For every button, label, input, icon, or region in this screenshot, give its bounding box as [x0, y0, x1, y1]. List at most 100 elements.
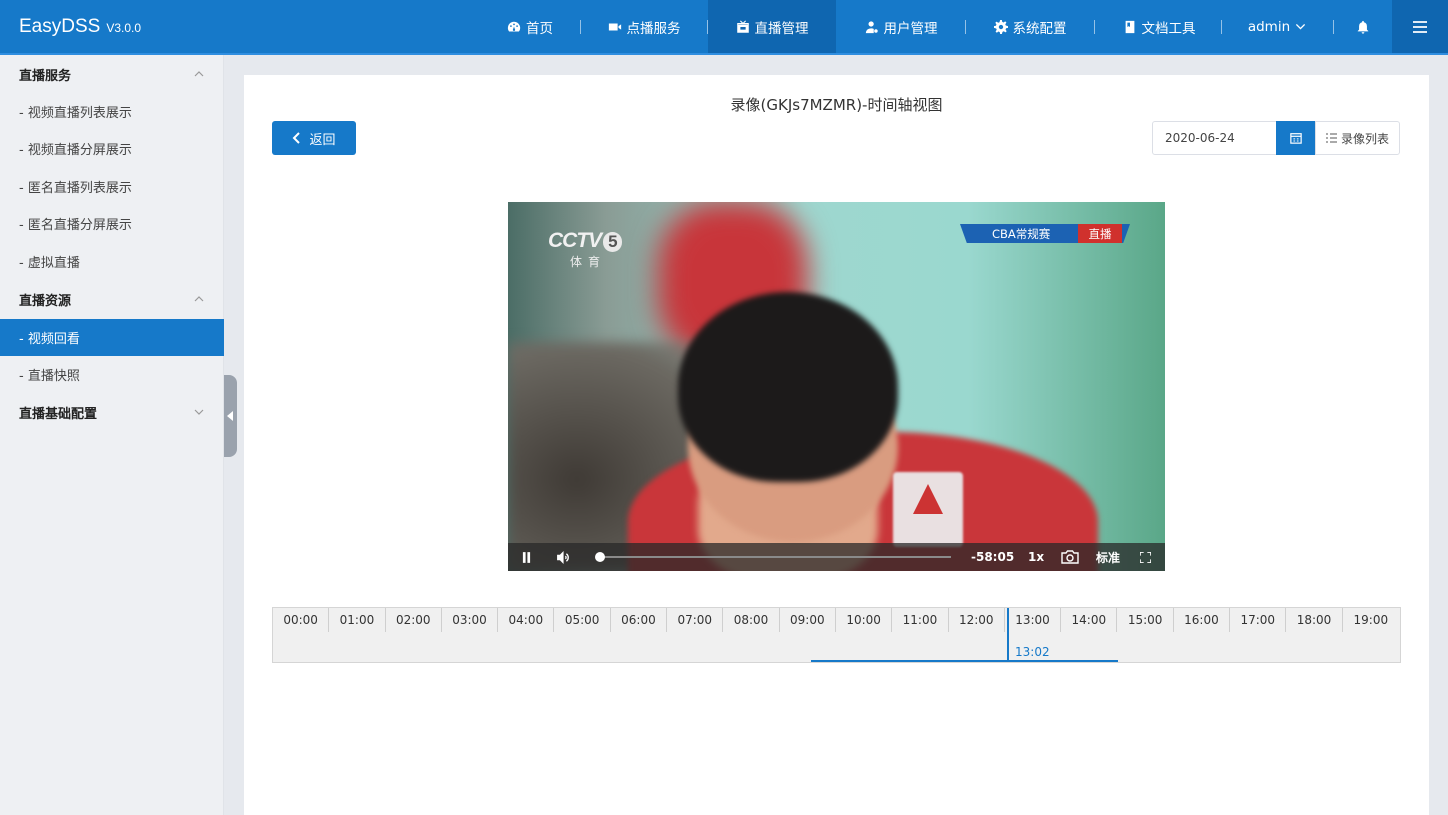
timeline-tick: 05:00 — [555, 608, 611, 632]
item-label: - 视频直播列表展示 — [19, 106, 132, 121]
sidebar-group-live-basic-config[interactable]: 直播基础配置 — [0, 394, 224, 431]
progress-knob[interactable] — [595, 552, 605, 562]
video-scene-shape — [678, 292, 898, 482]
chevron-up-icon — [194, 296, 204, 302]
item-label: - 直播快照 — [19, 369, 80, 384]
nav-home[interactable]: 首页 — [496, 0, 564, 53]
timeline-tick: 14:00 — [1061, 608, 1118, 632]
sidebar-item-anon-split[interactable]: - 匿名直播分屏展示 — [0, 205, 224, 242]
volume-icon — [557, 550, 569, 564]
nav-user-management[interactable]: 用户管理 — [854, 0, 948, 53]
user-menu[interactable]: admin — [1238, 0, 1316, 53]
channel-subtitle: 体育 — [570, 255, 607, 269]
channel-number: 5 — [603, 232, 622, 252]
timeline-tick: 11:00 — [892, 608, 949, 632]
sidebar-item-live-list[interactable]: - 视频直播列表展示 — [0, 93, 224, 130]
back-label: 返回 — [309, 132, 336, 148]
volume-button[interactable] — [557, 543, 572, 571]
item-label: - 匿名直播列表展示 — [19, 181, 132, 196]
timeline-tick: 07:00 — [667, 608, 724, 632]
username: admin — [1247, 18, 1291, 35]
list-icon — [1325, 133, 1337, 143]
timeline-tick: 04:00 — [498, 608, 555, 632]
sidebar-item-anon-list[interactable]: - 匿名直播列表展示 — [0, 168, 224, 205]
recording-range-bar — [811, 660, 1118, 662]
list-label: 录像列表 — [1340, 131, 1389, 146]
player-controls: -58:05 1x 标准 — [508, 543, 1165, 571]
nav-system-config[interactable]: 系统配置 — [983, 0, 1077, 53]
timeline-tick: 00:00 — [273, 608, 330, 632]
pause-button[interactable] — [522, 543, 531, 571]
nav-live-management[interactable]: 直播管理 — [708, 0, 836, 53]
fullscreen-icon — [1140, 551, 1151, 563]
timeline-current-time: 13:02 — [1015, 645, 1050, 659]
top-navbar: EasyDSS V3.0.0 首页 点播服务 直播管理 用户管理 系统配置 文档… — [0, 0, 1448, 55]
group-label: 直播基础配置 — [19, 407, 98, 422]
brand: EasyDSS V3.0.0 — [19, 16, 141, 38]
timeline-tick: 15:00 — [1118, 608, 1174, 632]
timeline-tick: 16:00 — [1174, 608, 1231, 632]
item-label: - 虚拟直播 — [19, 256, 80, 271]
video-camera-icon — [608, 23, 621, 30]
group-label: 直播服务 — [19, 69, 72, 84]
nav-label: 系统配置 — [1012, 20, 1067, 37]
timeline-tick: 02:00 — [386, 608, 442, 632]
nav-vod-service[interactable]: 点播服务 — [598, 0, 690, 53]
timeline-cursor[interactable] — [1007, 608, 1009, 662]
item-label: - 匿名直播分屏展示 — [19, 218, 132, 233]
time-remaining: -58:05 — [971, 550, 1015, 564]
timeline-tick: 12:00 — [949, 608, 1005, 632]
date-input[interactable]: 2020-06-24 — [1152, 121, 1277, 155]
pause-icon — [522, 551, 531, 563]
channel-logo-text: CCTV — [548, 229, 602, 252]
calendar-button[interactable] — [1276, 121, 1316, 155]
nav-doc-tools[interactable]: 文档工具 — [1112, 0, 1206, 53]
caret-left-icon — [227, 411, 233, 421]
item-label: - 视频回看 — [19, 332, 80, 347]
chevron-down-icon — [1296, 23, 1306, 30]
sidebar-collapse-handle[interactable] — [224, 375, 237, 457]
timeline-tick: 06:00 — [611, 608, 668, 632]
video-player[interactable]: CCTV 5 体育 CBA常规赛 直播 -58:05 1x 标准 — [508, 202, 1165, 571]
quality-button[interactable]: 标准 — [1096, 543, 1120, 571]
nav-label: 首页 — [526, 20, 553, 37]
timeline-tick: 18:00 — [1286, 608, 1343, 632]
chevron-down-icon — [194, 409, 204, 415]
nav-divider — [1221, 20, 1222, 34]
calendar-icon — [1290, 133, 1302, 144]
timeline-tick: 01:00 — [329, 608, 386, 632]
fullscreen-button[interactable] — [1140, 543, 1151, 571]
sidebar-item-virtual-live[interactable]: - 虚拟直播 — [0, 243, 224, 280]
back-button[interactable]: 返回 — [272, 121, 356, 155]
timeline[interactable]: 00:00 01:00 02:00 03:00 04:00 05:00 06:00 07:00… — [272, 607, 1401, 663]
page-title: 录像(GKJs7MZMR)-时间轴视图 — [730, 96, 943, 114]
nav-label: 点播服务 — [626, 20, 681, 37]
hamburger-menu-button[interactable] — [1392, 0, 1448, 53]
sidebar-item-live-snapshot[interactable]: - 直播快照 — [0, 356, 224, 393]
timeline-tick: 19:00 — [1353, 613, 1389, 627]
timeline-tick: 09:00 — [780, 608, 836, 632]
recording-list-button[interactable]: 录像列表 — [1315, 121, 1400, 155]
brand-version: V3.0.0 — [106, 21, 142, 35]
sidebar-item-video-playback[interactable]: - 视频回看 — [0, 319, 224, 356]
snapshot-button[interactable] — [1061, 543, 1079, 571]
sidebar: 直播服务 - 视频直播列表展示 - 视频直播分屏展示 - 匿名直播列表展示 - … — [0, 55, 224, 815]
progress-track[interactable] — [596, 556, 951, 558]
sidebar-group-live-resources[interactable]: 直播资源 — [0, 281, 224, 318]
sidebar-group-live-service[interactable]: 直播服务 — [0, 56, 224, 93]
timeline-tick: 03:00 — [442, 608, 499, 632]
live-badge: 直播 — [1078, 224, 1122, 243]
timeline-tick: 17:00 — [1230, 608, 1287, 632]
bell-icon — [1357, 20, 1369, 34]
user-gear-icon — [865, 20, 878, 33]
playback-speed-button[interactable]: 1x — [1028, 543, 1044, 571]
sidebar-item-live-split[interactable]: - 视频直播分屏展示 — [0, 130, 224, 167]
notification-bell[interactable] — [1345, 0, 1381, 53]
nav-label: 文档工具 — [1141, 20, 1196, 37]
nav-divider — [965, 20, 966, 34]
gear-icon — [993, 19, 1008, 34]
timeline-tick: 10:00 — [836, 608, 893, 632]
camera-icon — [1061, 550, 1079, 564]
menu-icon — [1413, 20, 1427, 33]
nav-divider — [1094, 20, 1095, 34]
